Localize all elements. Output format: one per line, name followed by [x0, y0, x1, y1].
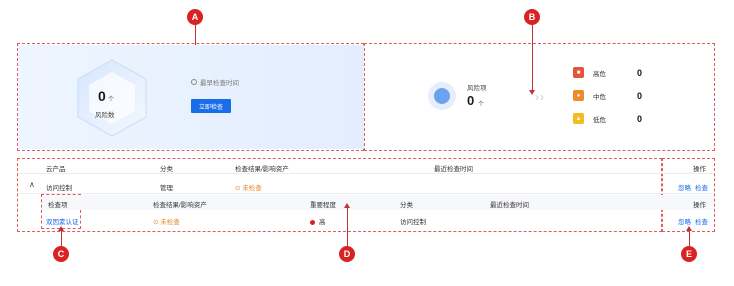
- col-header-last-check: 最近检查时间: [434, 166, 473, 173]
- sub-table-header-bg: [42, 195, 714, 210]
- collapse-caret-icon[interactable]: ∧: [29, 180, 35, 189]
- header-divider: [18, 173, 714, 174]
- high-risk-label: 高危: [593, 70, 606, 78]
- low-risk-value: 0: [637, 113, 643, 124]
- chevron-right-icon: ›: [535, 90, 539, 104]
- row-result-status: ⊙ 未检查: [235, 185, 262, 192]
- high-risk-icon: ■: [573, 67, 584, 78]
- chevron-right-icon-2: ›: [540, 90, 544, 104]
- last-scan-time: 最早检查时间: [191, 77, 239, 87]
- high-risk-value: 0: [637, 67, 643, 78]
- row-check-link[interactable]: 检查: [695, 182, 708, 192]
- sub-row-result-status: ⊙ 未检查: [153, 219, 180, 226]
- pending-icon: ⊙: [153, 219, 159, 226]
- annotation-arrow-e: [689, 231, 690, 246]
- row-product: 访问控制: [46, 185, 72, 192]
- risk-item-unit: 个: [478, 102, 485, 108]
- clock-icon: [191, 79, 197, 85]
- annotation-marker-d: D: [339, 246, 355, 262]
- risk-count-unit: 个: [108, 97, 115, 103]
- last-scan-label: 最早检查时间: [200, 80, 239, 87]
- annotation-marker-c: C: [53, 246, 69, 262]
- row-ignore-link[interactable]: 忽略: [678, 182, 691, 192]
- sub-header-result: 检查结果/影响资产: [153, 202, 207, 209]
- medium-risk-row: ● 中危 0: [573, 90, 642, 101]
- sub-row-severity: 高: [310, 216, 326, 226]
- risk-item-icon: [428, 82, 456, 110]
- col-header-category: 分类: [160, 166, 173, 173]
- risk-count-value: 0: [98, 88, 106, 104]
- annotation-arrow-c: [61, 231, 62, 246]
- risk-item-title: 风险项: [467, 85, 487, 92]
- sub-header-last-check: 最近检查时间: [490, 202, 529, 209]
- sub-row-ignore-link[interactable]: 忽略: [678, 216, 691, 226]
- col-header-action: 操作: [693, 166, 706, 173]
- sub-header-item: 检查项: [48, 202, 68, 209]
- risk-count-label: 风险数: [95, 112, 115, 119]
- severity-dot-icon: [310, 219, 315, 225]
- medium-risk-icon: ●: [573, 90, 584, 101]
- high-risk-row: ■ 高危 0: [573, 67, 642, 78]
- scan-now-button[interactable]: 立即检查: [191, 99, 231, 113]
- sub-header-severity: 重要程度: [310, 202, 336, 209]
- pending-icon: ⊙: [235, 185, 241, 192]
- annotation-marker-a: A: [187, 9, 203, 25]
- sub-header-action: 操作: [693, 202, 706, 209]
- sub-row-item-link[interactable]: 双因素认证: [46, 216, 79, 226]
- low-risk-row: ▲ 低危 0: [573, 113, 642, 124]
- row-category: 管理: [160, 185, 173, 192]
- col-header-product: 云产品: [46, 166, 66, 173]
- annotation-marker-e: E: [681, 246, 697, 262]
- sub-row-check-link[interactable]: 检查: [695, 216, 708, 226]
- low-risk-label: 低危: [593, 116, 606, 124]
- annotation-arrow-d: [347, 208, 348, 246]
- row-divider: [18, 193, 714, 194]
- risk-item-count: 0: [467, 93, 475, 108]
- col-header-result: 检查结果/影响资产: [235, 166, 289, 173]
- medium-risk-value: 0: [637, 90, 643, 101]
- low-risk-icon: ▲: [573, 113, 584, 124]
- sub-header-category: 分类: [400, 202, 413, 209]
- sub-row-category: 访问控制: [400, 219, 426, 226]
- medium-risk-label: 中危: [593, 93, 606, 101]
- annotation-marker-b: B: [524, 9, 540, 25]
